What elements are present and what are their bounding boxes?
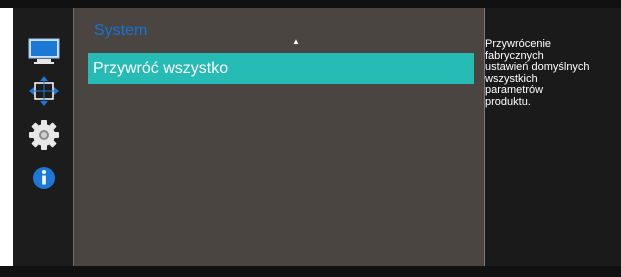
monitor-icon[interactable] [28,36,60,68]
scroll-up-icon[interactable]: ▲ [292,38,300,46]
sidebar [13,8,74,266]
menu-panel: System ▲ Przywróć wszystko [74,8,485,266]
gear-icon[interactable] [28,119,60,151]
position-arrows-icon[interactable] [28,75,60,107]
menu-title: System [94,22,148,39]
menu-item-reset-all[interactable]: Przywróć wszystko [88,53,474,84]
help-panel: Przywrócenie fabrycznych ustawień domyśl… [485,8,621,266]
info-icon[interactable] [28,162,60,194]
osd-menu: System ▲ Przywróć wszystko Przywrócenie … [0,0,621,277]
frame-top [0,0,621,8]
frame-bottom [0,266,621,277]
help-text: Przywrócenie fabrycznych ustawień domyśl… [485,38,590,108]
